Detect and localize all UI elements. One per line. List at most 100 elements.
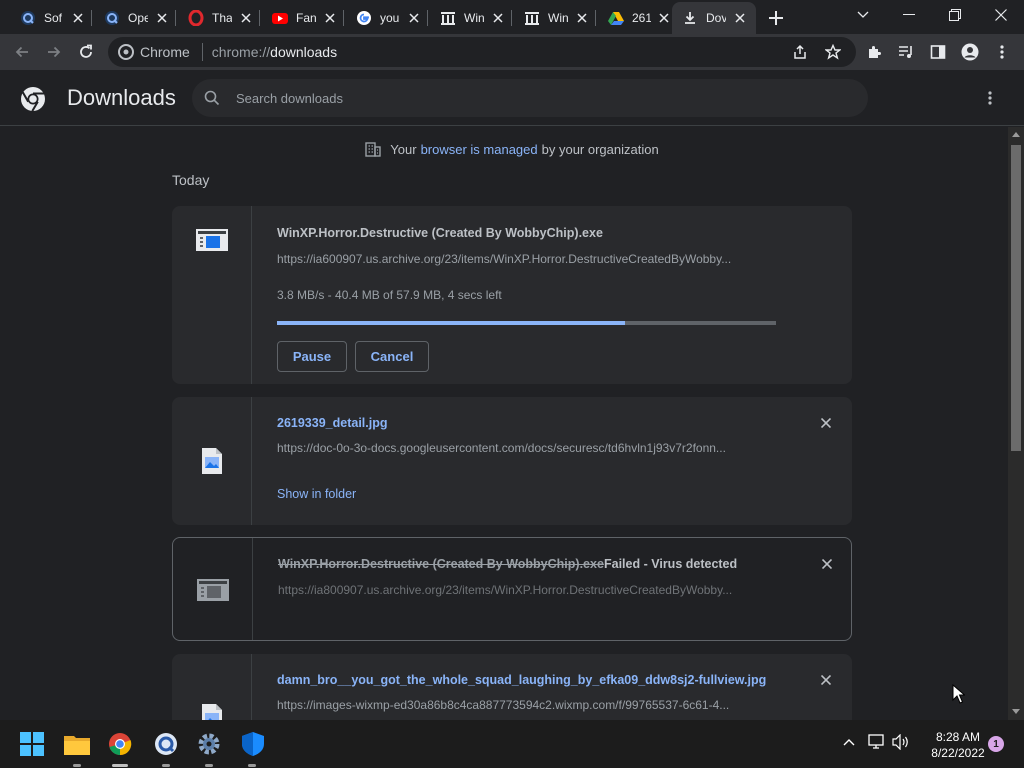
tab-title: 261 [632, 11, 651, 25]
tab-6[interactable]: Win [514, 4, 592, 32]
more-vert-icon [1000, 45, 1004, 59]
profile-button[interactable] [958, 40, 982, 64]
remove-item-button[interactable] [818, 415, 834, 431]
search-input[interactable]: Search downloads [192, 79, 868, 117]
tab-title: you [380, 11, 400, 25]
vertical-scrollbar[interactable] [1008, 127, 1024, 720]
close-icon [995, 9, 1007, 21]
managed-link[interactable]: browser is managed [421, 142, 538, 157]
url-path: downloads [270, 44, 338, 60]
tab-8-active[interactable]: Dov [672, 2, 756, 34]
scrollbar-thumb[interactable] [1011, 145, 1021, 451]
remove-item-button[interactable] [818, 672, 834, 688]
tab-title: Sof [44, 11, 63, 25]
chrome-taskbar-button[interactable] [104, 728, 136, 760]
chrome-menu-button[interactable] [990, 40, 1014, 64]
tray-overflow-button[interactable] [843, 738, 855, 746]
arrow-left-icon [15, 46, 28, 58]
settings-taskbar-button[interactable] [193, 728, 225, 760]
file-name-link[interactable]: damn_bro__you_got_the_whole_squad_laughi… [277, 673, 766, 687]
archive-icon [440, 10, 456, 26]
pause-button[interactable]: Pause [277, 341, 347, 372]
q-icon [155, 733, 177, 755]
close-tab-icon[interactable] [490, 10, 506, 26]
close-tab-icon[interactable] [657, 10, 672, 26]
tab-search-button[interactable] [840, 0, 886, 30]
reload-button[interactable] [74, 40, 98, 64]
address-bar[interactable]: Chrome chrome://downloads [108, 37, 856, 67]
file-url[interactable]: https://ia600907.us.archive.org/23/items… [277, 252, 777, 266]
close-tab-icon[interactable] [574, 10, 590, 26]
downloads-menu-button[interactable] [984, 90, 996, 106]
tab-title: Dov [706, 11, 726, 25]
download-item: 2619339_detail.jpg https://doc-0o-3o-doc… [172, 397, 852, 525]
building-icon [365, 141, 381, 157]
close-tab-icon[interactable] [406, 10, 422, 26]
close-window-button[interactable] [978, 0, 1024, 30]
close-tab-icon[interactable] [238, 10, 254, 26]
tab-5[interactable]: Win [430, 4, 508, 32]
notification-badge[interactable]: 1 [988, 736, 1004, 752]
cancel-button[interactable]: Cancel [355, 341, 429, 372]
file-url: https://ia800907.us.archive.org/23/items… [278, 583, 733, 597]
back-button[interactable] [10, 40, 34, 64]
url-scheme: chrome:// [211, 44, 271, 60]
file-name: WinXP.Horror.Destructive (Created By Wob… [278, 557, 604, 571]
side-panel-button[interactable] [926, 40, 950, 64]
tab-title: Win [464, 11, 484, 25]
tab-title: Fan [296, 11, 316, 25]
clock-date: 8/22/2022 [931, 746, 985, 760]
minimize-button[interactable] [886, 0, 932, 30]
new-tab-button[interactable] [766, 8, 786, 28]
tab-4[interactable]: you [346, 4, 424, 32]
volume-icon[interactable] [892, 734, 910, 750]
forward-button[interactable] [42, 40, 66, 64]
chrome-logo-icon [20, 86, 46, 112]
tab-strip: Sof Ope Tha Fan you Win Win 261 Dov [0, 0, 1024, 34]
chrome-chip[interactable]: Chrome [108, 44, 190, 60]
restore-button[interactable] [932, 0, 978, 30]
file-url[interactable]: https://images-wixmp-ed30a86b8c4ca887773… [277, 698, 777, 712]
tab-title: Win [548, 11, 568, 25]
folder-icon [64, 736, 90, 755]
media-button[interactable] [894, 40, 918, 64]
show-in-folder-link[interactable]: Show in folder [277, 487, 356, 501]
star-icon[interactable] [825, 44, 841, 60]
file-name: WinXP.Horror.Destructive (Created By Wob… [277, 226, 603, 240]
tab-7[interactable]: 261 [598, 4, 672, 32]
archive-icon [524, 10, 540, 26]
extensions-button[interactable] [862, 40, 886, 64]
chip-label: Chrome [140, 44, 190, 60]
chevron-down-icon [857, 11, 869, 18]
network-icon[interactable] [868, 734, 886, 750]
share-icon[interactable] [792, 44, 808, 60]
close-tab-icon[interactable] [322, 10, 338, 26]
downloads-list: Your browser is managed by your organiza… [0, 127, 1008, 720]
remove-item-button[interactable] [819, 556, 835, 572]
close-icon [821, 418, 831, 428]
downloads-header: Downloads Search downloads [0, 70, 1024, 126]
tab-0[interactable]: Sof [10, 4, 88, 32]
page-title: Downloads [67, 85, 176, 110]
clock[interactable]: 8:28 AM 8/22/2022 [918, 729, 998, 761]
file-url[interactable]: https://doc-0o-3o-docs.googleusercontent… [277, 441, 777, 455]
download-item: damn_bro__you_got_the_whole_squad_laughi… [172, 654, 852, 720]
exe-file-icon [196, 229, 228, 251]
tab-3[interactable]: Fan [262, 4, 340, 32]
close-tab-icon[interactable] [70, 10, 86, 26]
google-icon [356, 10, 372, 26]
section-label: Today [172, 172, 210, 188]
download-icon [682, 10, 698, 26]
close-tab-icon[interactable] [154, 10, 170, 26]
mouse-cursor-icon [952, 684, 965, 704]
defender-taskbar-button[interactable] [237, 728, 269, 760]
scroll-up-icon [1012, 132, 1020, 137]
tab-1[interactable]: Ope [94, 4, 172, 32]
file-name-link[interactable]: 2619339_detail.jpg [277, 416, 387, 430]
qbittorrent-taskbar-button[interactable] [150, 728, 182, 760]
chevron-up-icon [843, 739, 855, 746]
tab-2[interactable]: Tha [178, 4, 256, 32]
close-tab-icon[interactable] [732, 10, 748, 26]
start-button[interactable] [16, 728, 48, 760]
file-explorer-button[interactable] [61, 728, 93, 760]
